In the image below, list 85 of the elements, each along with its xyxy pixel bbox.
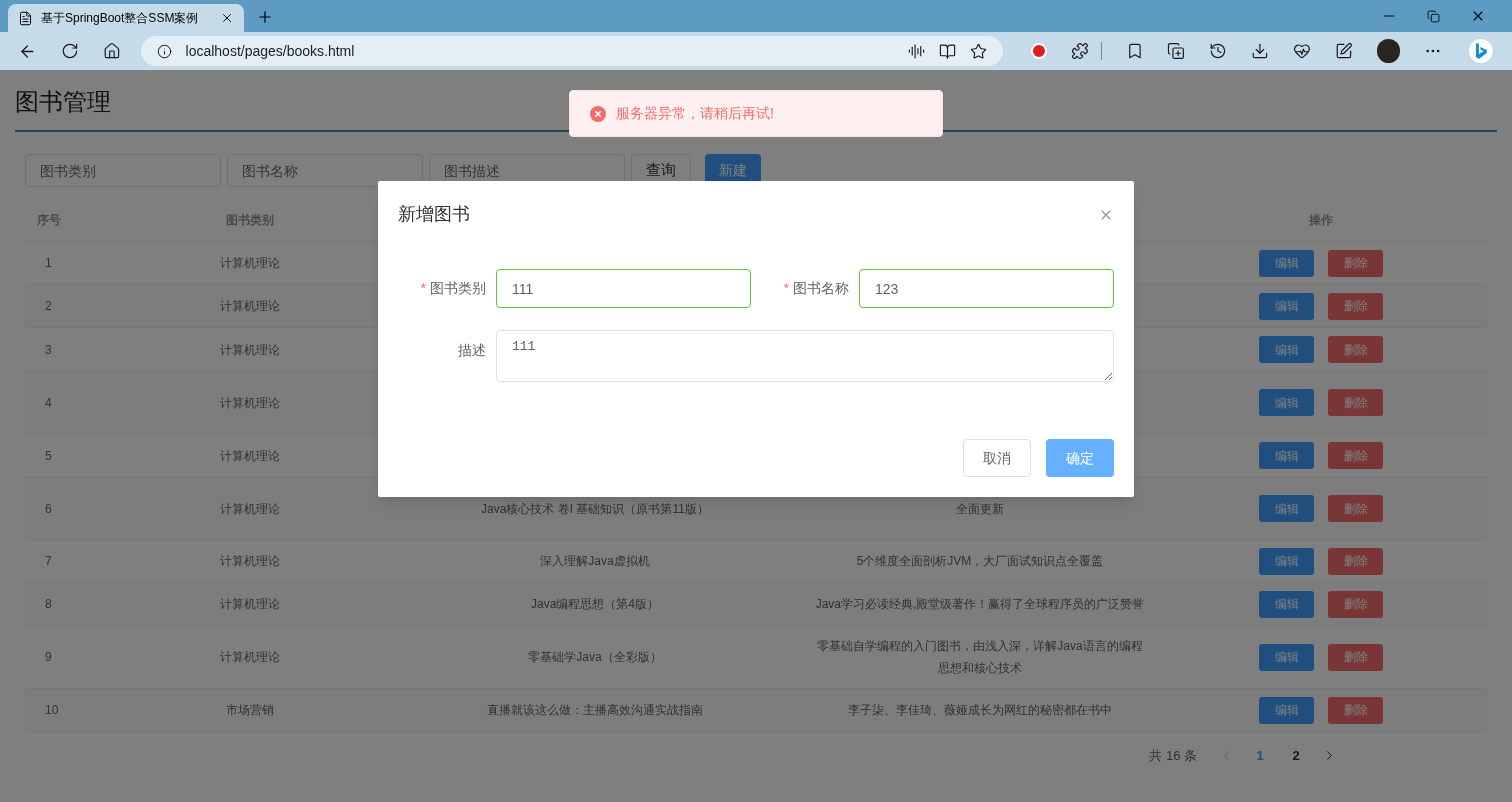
table-cell-text: 计算机理论 [220, 649, 280, 666]
toast-message: 服务器异常，请稍后再试! [616, 104, 774, 123]
table-cell-text: 深入理解Java虚拟机 [539, 553, 651, 570]
table-cell-text: Java核心技术 卷I 基础知识（原书第11版） [480, 500, 710, 518]
table-cell-text: 零基础学Java（全彩版） [527, 649, 663, 666]
edit-button[interactable]: 编辑 [1259, 643, 1314, 671]
table-cell-text: 计算机理论 [220, 298, 280, 315]
page-number[interactable]: 2 [1286, 746, 1306, 766]
total-count: 共 16 条 [1149, 747, 1197, 765]
page-title: 图书管理 [15, 88, 111, 115]
text-field[interactable]: 123 [859, 269, 1114, 308]
reload-icon[interactable] [60, 42, 79, 60]
table-cell-text: Java编程思想（第4版） [530, 596, 660, 613]
table-cell-text: 市场营销 [226, 702, 274, 719]
table-cell-text: 计算机理论 [220, 500, 280, 518]
delete-button[interactable]: 删除 [1328, 495, 1383, 522]
search-field[interactable]: 图书名称 [227, 154, 423, 187]
edit-button[interactable]: 编辑 [1259, 389, 1314, 416]
table-cell-text: 全面更新 [955, 500, 1005, 518]
table-cell-text: 1 [44, 255, 52, 272]
delete-button[interactable]: 删除 [1328, 389, 1383, 416]
table-cell-text: 6 [44, 500, 52, 518]
text-field[interactable]: 111 [496, 269, 751, 308]
table-cell-text: 计算机理论 [220, 553, 280, 570]
page-number[interactable]: 1 [1250, 746, 1270, 766]
table-cell-text: 8 [44, 596, 52, 613]
edit-button[interactable]: 编辑 [1259, 696, 1314, 724]
table-cell-text: 计算机理论 [220, 394, 280, 412]
table-cell-text: 7 [44, 553, 52, 570]
table-cell-text: 计算机理论 [220, 596, 280, 613]
browser-tab[interactable]: 基于SpringBoot整合SSM案例 [8, 4, 244, 32]
table-cell-text: 计算机理论 [220, 447, 280, 465]
history-icon[interactable] [1209, 42, 1228, 60]
field-label: 描述 [458, 341, 486, 360]
table-cell-text: 10 [44, 702, 59, 719]
edit-button[interactable]: 编辑 [1259, 547, 1314, 575]
download-icon[interactable] [1251, 42, 1269, 60]
table-cell-text: Java学习必读经典,殿堂级著作！赢得了全球程序员的广泛赞誉 [814, 596, 1146, 613]
page-icon[interactable] [18, 10, 33, 26]
delete-button[interactable]: 删除 [1328, 547, 1383, 575]
new-tab-icon[interactable] [256, 8, 274, 26]
table-cell-text: 2 [44, 298, 52, 315]
edit-button[interactable]: 编辑 [1259, 336, 1314, 363]
dialog-title: 新增图书 [398, 203, 470, 226]
table-cell-text: 计算机理论 [220, 255, 280, 272]
info-icon[interactable] [156, 43, 172, 59]
extensions-icon[interactable] [1070, 42, 1089, 60]
delete-button[interactable]: 删除 [1328, 249, 1383, 277]
table-cell-text: 计算机理论 [220, 341, 280, 359]
table-cell-text: 9 [44, 649, 52, 666]
edit-icon[interactable] [1334, 42, 1353, 60]
confirm-button[interactable]: 确定 [1046, 439, 1114, 477]
table-cell-text: 5个维度全面剖析JVM，大厂面试知识点全覆盖 [855, 553, 1105, 570]
table-cell-text: 3 [44, 341, 52, 359]
search-field[interactable]: 图书类别 [25, 154, 221, 187]
delete-button[interactable]: 删除 [1328, 696, 1383, 724]
avatar-icon[interactable] [1376, 39, 1401, 63]
table-cell-text: 李子柒、李佳琦、薇娅成长为网红的秘密都在书中 [847, 702, 1113, 719]
edit-button[interactable]: 编辑 [1259, 292, 1314, 320]
cancel-button[interactable]: 取消 [963, 439, 1031, 477]
error-icon [590, 105, 606, 122]
collections-icon[interactable] [1167, 42, 1186, 60]
table-cell-text: 零基础自学编程的入门图书，由浅入深，详解Java语言的编程思想和核心技术 [816, 638, 1144, 677]
table-cell-text: 5 [44, 447, 52, 465]
delete-button[interactable]: 删除 [1328, 336, 1383, 363]
table-cell-text: 直播就该这么做：主播高效沟通实战指南 [486, 702, 704, 719]
edit-button[interactable]: 编辑 [1259, 590, 1314, 618]
delete-button[interactable]: 删除 [1328, 442, 1383, 469]
description-field[interactable]: 111 [496, 330, 1114, 382]
address-bar[interactable]: localhost/pages/books.html [140, 36, 1003, 66]
delete-button[interactable]: 删除 [1328, 643, 1383, 671]
table-cell-text: 4 [44, 394, 52, 412]
edit-button[interactable]: 编辑 [1259, 249, 1314, 277]
edit-button[interactable]: 编辑 [1259, 442, 1314, 469]
restore-icon[interactable] [1427, 9, 1440, 23]
delete-button[interactable]: 删除 [1328, 292, 1383, 320]
delete-button[interactable]: 删除 [1328, 590, 1383, 618]
reader-icon[interactable] [938, 42, 956, 60]
star-icon[interactable] [969, 42, 987, 60]
field-label: * 图书类别 [420, 279, 486, 298]
close-icon[interactable] [220, 11, 234, 25]
field-label: * 图书名称 [783, 279, 849, 298]
home-icon[interactable] [102, 42, 121, 60]
edit-button[interactable]: 编辑 [1259, 495, 1314, 522]
heart-icon[interactable] [1293, 42, 1311, 60]
